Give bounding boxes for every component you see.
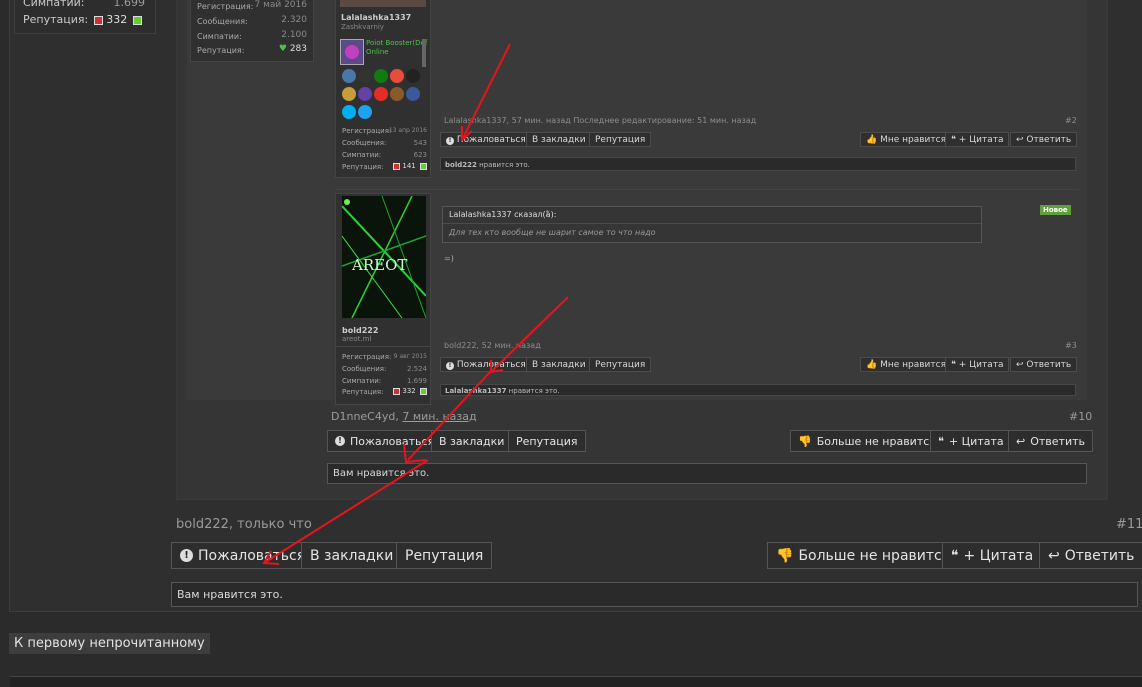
quoted-screenshot: Регистрация: 7 май 2016 Сообщения: 2.320… xyxy=(187,0,1087,405)
minecraft-icon[interactable] xyxy=(390,87,404,101)
reply-icon: ↩ xyxy=(1016,360,1024,370)
bookmark-button[interactable]: В закладки xyxy=(526,357,592,372)
bookmark-button[interactable]: В закладки xyxy=(301,542,403,569)
xbox-icon[interactable] xyxy=(374,69,388,83)
twitter-icon[interactable] xyxy=(358,105,372,119)
reply-icon: ↩ xyxy=(1016,135,1024,145)
alert-icon: ! xyxy=(180,549,193,562)
reputation-minus-icon[interactable] xyxy=(393,162,401,170)
quote-icon: ❝ xyxy=(951,135,956,145)
report-button[interactable]: ! Пожаловаться xyxy=(327,430,443,452)
mini-username[interactable]: Lalalashka1337 xyxy=(341,13,411,22)
reputation-minus-icon[interactable] xyxy=(93,15,103,25)
reputation-button[interactable]: Репутация xyxy=(589,132,652,147)
mini-user-stats: Регистрация: 7 май 2016 Сообщения: 2.320… xyxy=(190,0,314,62)
quote-block: Lalalashka1337 сказал(а): ↑ Для тех кто … xyxy=(442,206,982,243)
post-10-number[interactable]: #10 xyxy=(1069,410,1092,423)
youtube-icon[interactable] xyxy=(374,87,388,101)
reputation-button[interactable]: Репутация xyxy=(396,542,493,569)
playstation-icon[interactable] xyxy=(358,69,372,83)
league-icon[interactable] xyxy=(342,87,356,101)
alert-icon: ! xyxy=(446,362,454,370)
sidebar-sympathy: Симпатии: 1.699 xyxy=(23,0,145,9)
mini-username[interactable]: bold222 xyxy=(342,326,378,335)
quote-icon: ❝ xyxy=(951,360,956,370)
mini-post3-userinfo: AREOT bold222 areot.ml Регистрация: 9 ав… xyxy=(335,193,431,405)
report-button[interactable]: ! Пожаловаться xyxy=(171,542,315,569)
thumbs-up-icon: 👍 xyxy=(866,135,878,145)
quote-jump-icon[interactable]: ↑ xyxy=(544,209,551,218)
report-button[interactable]: ! Пожаловаться xyxy=(440,132,532,147)
skype-icon[interactable] xyxy=(342,105,356,119)
unlike-button[interactable]: 👎 Больше не нравится xyxy=(767,542,960,569)
facebook-icon[interactable] xyxy=(406,87,420,101)
vk-icon[interactable] xyxy=(342,69,356,83)
first-unread-link[interactable]: К первому непрочитанному xyxy=(9,633,210,654)
bookmark-button[interactable]: В закладки xyxy=(526,132,592,147)
avatar[interactable]: AREOT xyxy=(342,196,426,318)
thumbs-up-icon: 👍 xyxy=(866,360,878,370)
thumbs-down-icon: 👎 xyxy=(776,547,794,564)
post-11-meta: bold222, только что xyxy=(176,517,312,532)
scrollbar[interactable] xyxy=(422,39,426,67)
quote-icon: ❝ xyxy=(938,434,944,448)
reputation-plus-icon[interactable] xyxy=(420,387,427,395)
likes-summary: Вам нравится это. xyxy=(171,582,1138,607)
bookmark-button[interactable]: В закладки xyxy=(431,430,513,452)
sidebar-user-stats: Симпатии: 1.699 Репутация: 332 xyxy=(14,0,156,34)
likes-summary: Вам нравится это. xyxy=(327,463,1087,484)
report-button[interactable]: ! Пожаловаться xyxy=(440,357,532,372)
thumbs-down-icon: 👎 xyxy=(798,434,812,448)
twitch-icon[interactable] xyxy=(358,87,372,101)
origin-icon[interactable] xyxy=(390,69,404,83)
reply-button[interactable]: ↩ Ответить xyxy=(1010,357,1078,372)
alert-icon: ! xyxy=(335,436,345,446)
quote-button[interactable]: ❝ + Цитата xyxy=(942,542,1043,569)
reply-button[interactable]: ↩ Ответить xyxy=(1008,430,1093,452)
quote-icon: ❝ xyxy=(951,547,959,564)
likes-summary: bold222 нравится это. xyxy=(440,157,1076,171)
reputation-button[interactable]: Репутация xyxy=(589,357,652,372)
reply-button[interactable]: ↩ Ответить xyxy=(1010,132,1078,147)
mini-post2-userinfo: Lalalashka1337 Zashkvarniy Poiot Booster… xyxy=(335,0,431,178)
quote-button[interactable]: ❝ + Цитата xyxy=(945,357,1010,372)
bottom-panel xyxy=(10,676,1142,687)
like-button[interactable]: 👍 Мне нравится xyxy=(860,132,953,147)
unlike-button[interactable]: 👎 Больше не нравится xyxy=(790,430,944,452)
booster-avatar[interactable] xyxy=(340,39,364,65)
heart-icon: ♥ xyxy=(278,44,287,54)
divider xyxy=(335,189,1079,190)
reputation-button[interactable]: Репутация xyxy=(508,430,586,452)
like-button[interactable]: 👍 Мне нравится xyxy=(860,357,953,372)
sidebar-reputation: Репутация: 332 xyxy=(23,13,151,26)
quote-button[interactable]: ❝ + Цитата xyxy=(945,132,1010,147)
new-badge: Новое xyxy=(1040,205,1071,215)
reply-icon: ↩ xyxy=(1048,547,1060,564)
post-10-meta: D1nneC4yd, 7 мин. назад xyxy=(331,410,477,423)
avatar[interactable] xyxy=(340,0,426,7)
reputation-plus-icon[interactable] xyxy=(132,15,142,25)
post-11-number[interactable]: #11 xyxy=(1116,517,1142,532)
likes-summary: Lalalashka1337 нравится это. xyxy=(440,384,1076,396)
alert-icon: ! xyxy=(446,137,454,145)
reputation-minus-icon[interactable] xyxy=(393,387,401,395)
quote-button[interactable]: ❝ + Цитата xyxy=(930,430,1012,452)
reputation-plus-icon[interactable] xyxy=(420,162,427,170)
reply-icon: ↩ xyxy=(1016,434,1026,448)
steam-icon[interactable] xyxy=(406,69,420,83)
reply-button[interactable]: ↩ Ответить xyxy=(1039,542,1142,569)
